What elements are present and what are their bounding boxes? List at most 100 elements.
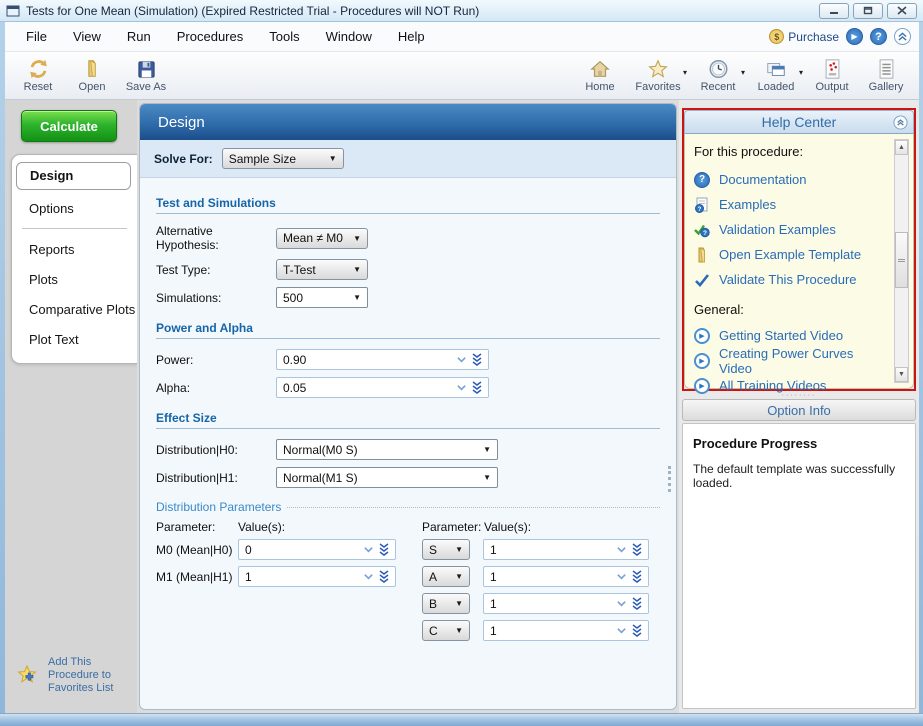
output-button[interactable]: Output bbox=[805, 52, 859, 99]
alpha-input[interactable] bbox=[283, 381, 452, 395]
recent-dropdown-arrow[interactable]: ▾ bbox=[741, 68, 745, 77]
m1-value-input[interactable] bbox=[245, 570, 359, 584]
a-value-field[interactable] bbox=[483, 566, 649, 587]
chevron-down-icon[interactable] bbox=[616, 544, 627, 555]
chevron-down-icon[interactable] bbox=[363, 544, 374, 555]
calculate-button[interactable]: Calculate bbox=[21, 110, 117, 142]
window-title: Tests for One Mean (Simulation) (Expired… bbox=[26, 4, 819, 18]
power-field[interactable] bbox=[276, 349, 489, 370]
chevron-down-icon[interactable] bbox=[616, 598, 627, 609]
open-button[interactable]: Open bbox=[65, 52, 119, 99]
documentation-link[interactable]: ? Documentation bbox=[694, 167, 887, 192]
splitter-grip[interactable] bbox=[668, 466, 671, 492]
right-column: Help Center For this procedure: ? Docume… bbox=[679, 100, 919, 713]
windows-icon bbox=[764, 58, 788, 80]
add-to-favorites-button[interactable]: Add This Procedure to Favorites List bbox=[17, 656, 126, 695]
b-value-input[interactable] bbox=[490, 597, 612, 611]
menu-file[interactable]: File bbox=[13, 24, 60, 49]
validate-procedure-link[interactable]: Validate This Procedure bbox=[694, 267, 887, 292]
multi-chevron-icon[interactable] bbox=[378, 543, 390, 556]
multi-chevron-icon[interactable] bbox=[631, 597, 643, 610]
sidebar-tab-design[interactable]: Design bbox=[16, 162, 131, 190]
collapse-panel-icon[interactable] bbox=[893, 115, 908, 130]
chevron-down-icon[interactable] bbox=[616, 625, 627, 636]
sidebar-tab-comparative-plots[interactable]: Comparative Plots bbox=[12, 295, 137, 325]
param-c-select[interactable]: C ▼ bbox=[422, 620, 470, 641]
c-value-input[interactable] bbox=[490, 624, 612, 638]
minimize-button[interactable] bbox=[819, 3, 849, 19]
purchase-button[interactable]: $ Purchase bbox=[769, 29, 839, 44]
alt-hypothesis-value: Mean ≠ M0 bbox=[283, 231, 343, 245]
menu-view[interactable]: View bbox=[60, 24, 114, 49]
param-s-select[interactable]: S ▼ bbox=[422, 539, 470, 560]
menu-tools[interactable]: Tools bbox=[256, 24, 312, 49]
sidebar-tab-reports[interactable]: Reports bbox=[12, 235, 137, 265]
menu-help[interactable]: Help bbox=[385, 24, 438, 49]
dropdown-arrow-icon: ▼ bbox=[353, 265, 361, 274]
collapse-ribbon-icon[interactable] bbox=[894, 28, 911, 45]
close-button[interactable] bbox=[887, 3, 917, 19]
purchase-label: Purchase bbox=[788, 30, 839, 44]
option-info-header[interactable]: Option Info bbox=[682, 399, 916, 421]
m1-value-field[interactable] bbox=[238, 566, 396, 587]
sidebar-tab-plots[interactable]: Plots bbox=[12, 265, 137, 295]
menu-run[interactable]: Run bbox=[114, 24, 164, 49]
gallery-button[interactable]: Gallery bbox=[859, 52, 913, 99]
favorites-dropdown-arrow[interactable]: ▾ bbox=[683, 68, 687, 77]
reset-button[interactable]: Reset bbox=[11, 52, 65, 99]
sidebar-tab-plot-text[interactable]: Plot Text bbox=[12, 325, 137, 355]
all-training-videos-link[interactable]: ▶ All Training Videos bbox=[694, 373, 887, 398]
power-curves-video-link[interactable]: ▶ Creating Power Curves Video bbox=[694, 348, 887, 373]
scroll-up-arrow[interactable]: ▲ bbox=[895, 140, 908, 155]
s-value-input[interactable] bbox=[490, 543, 612, 557]
b-value-field[interactable] bbox=[483, 593, 649, 614]
play-video-icon[interactable]: ▶ bbox=[846, 28, 863, 45]
multi-chevron-icon[interactable] bbox=[378, 570, 390, 583]
alpha-field[interactable] bbox=[276, 377, 489, 398]
distribution-h1-combo[interactable]: Normal(M1 S) ▼ bbox=[276, 467, 498, 488]
multi-chevron-icon[interactable] bbox=[471, 381, 483, 394]
param-b-select[interactable]: B ▼ bbox=[422, 593, 470, 614]
menu-procedures[interactable]: Procedures bbox=[164, 24, 256, 49]
recent-button[interactable]: Recent ▾ bbox=[689, 52, 747, 99]
examples-link[interactable]: ? Examples bbox=[694, 192, 887, 217]
loaded-dropdown-arrow[interactable]: ▾ bbox=[799, 68, 803, 77]
dropdown-arrow-icon: ▼ bbox=[455, 599, 463, 608]
menu-window[interactable]: Window bbox=[313, 24, 385, 49]
sidebar-tab-options[interactable]: Options bbox=[12, 194, 137, 224]
save-as-button[interactable]: Save As bbox=[119, 52, 173, 99]
simulations-combo[interactable]: 500 ▼ bbox=[276, 287, 368, 308]
help-scrollbar[interactable]: ▲ ▼ bbox=[894, 139, 909, 383]
loaded-button[interactable]: Loaded ▾ bbox=[747, 52, 805, 99]
help-icon[interactable]: ? bbox=[870, 28, 887, 45]
distribution-h0-combo[interactable]: Normal(M0 S) ▼ bbox=[276, 439, 498, 460]
power-input[interactable] bbox=[283, 353, 452, 367]
a-value-input[interactable] bbox=[490, 570, 612, 584]
validation-examples-link[interactable]: ? Validation Examples bbox=[694, 217, 887, 242]
multi-chevron-icon[interactable] bbox=[631, 624, 643, 637]
multi-chevron-icon[interactable] bbox=[631, 543, 643, 556]
param-a-select[interactable]: A ▼ bbox=[422, 566, 470, 587]
chevron-down-icon[interactable] bbox=[456, 354, 467, 365]
chevron-down-icon[interactable] bbox=[616, 571, 627, 582]
s-value-field[interactable] bbox=[483, 539, 649, 560]
m0-value-field[interactable] bbox=[238, 539, 396, 560]
multi-chevron-icon[interactable] bbox=[471, 353, 483, 366]
chevron-down-icon[interactable] bbox=[456, 382, 467, 393]
help-center-header[interactable]: Help Center bbox=[684, 110, 914, 134]
multi-chevron-icon[interactable] bbox=[631, 570, 643, 583]
solve-for-select[interactable]: Sample Size ▼ bbox=[222, 148, 344, 169]
getting-started-video-link[interactable]: ▶ Getting Started Video bbox=[694, 323, 887, 348]
test-type-select[interactable]: T-Test ▼ bbox=[276, 259, 368, 280]
home-button[interactable]: Home bbox=[573, 52, 627, 99]
scroll-thumb[interactable] bbox=[895, 232, 908, 288]
alt-hypothesis-select[interactable]: Mean ≠ M0 ▼ bbox=[276, 228, 368, 249]
chevron-down-icon[interactable] bbox=[363, 571, 374, 582]
values-col-header: Value(s): bbox=[238, 520, 285, 534]
c-value-field[interactable] bbox=[483, 620, 649, 641]
scroll-down-arrow[interactable]: ▼ bbox=[895, 367, 908, 382]
favorites-button[interactable]: Favorites ▾ bbox=[627, 52, 689, 99]
open-example-template-link[interactable]: Open Example Template bbox=[694, 242, 887, 267]
restore-button[interactable] bbox=[853, 3, 883, 19]
m0-value-input[interactable] bbox=[245, 543, 359, 557]
